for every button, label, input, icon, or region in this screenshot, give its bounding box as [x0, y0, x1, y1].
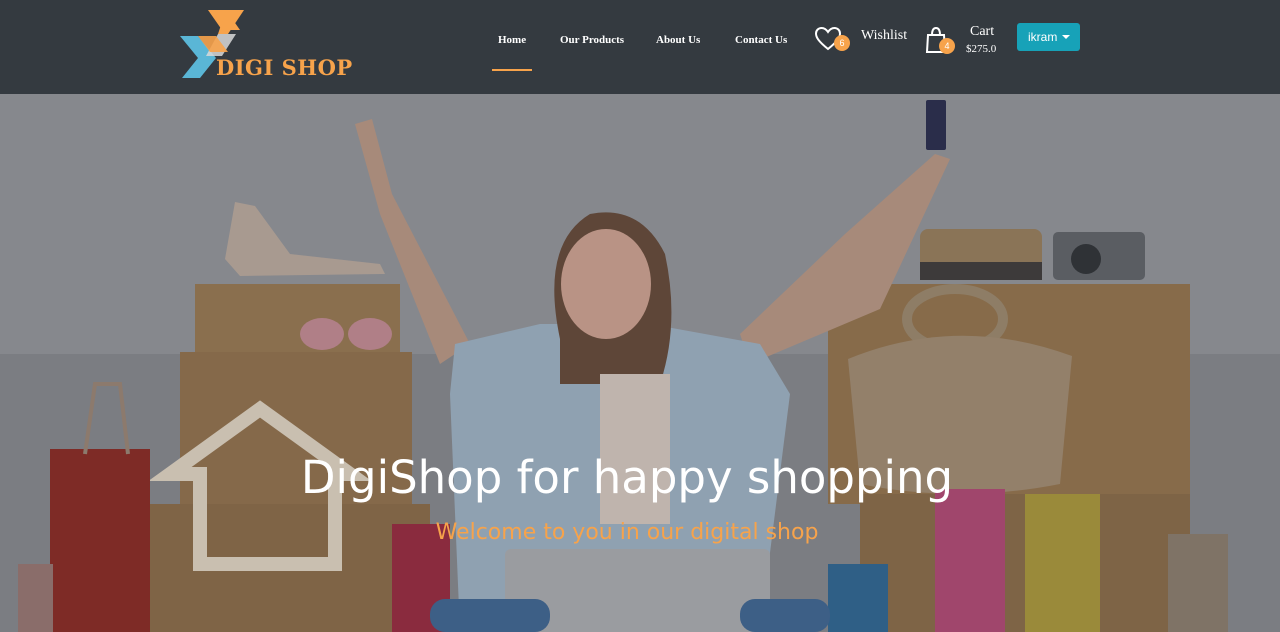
user-menu-dropdown[interactable]: ikram: [1017, 23, 1080, 51]
navbar: DIGI SHOP Home Our Products About Us Con…: [0, 0, 1280, 94]
nav-active-indicator: [492, 69, 532, 71]
nav-contact-us[interactable]: Contact Us: [735, 34, 787, 46]
cart-button[interactable]: 4: [924, 26, 960, 56]
cart-label[interactable]: Cart: [970, 24, 994, 40]
wishlist-button[interactable]: 6: [814, 26, 854, 56]
wishlist-label[interactable]: Wishlist: [861, 28, 907, 44]
hero-banner: DigiShop for happy shopping Welcome to y…: [0, 94, 1280, 632]
hero-subtitle: Welcome to you in our digital shop: [435, 520, 819, 545]
cart-count-badge: 4: [939, 38, 955, 54]
nav-home[interactable]: Home: [498, 34, 526, 46]
caret-down-icon: [1062, 35, 1070, 39]
hero-title: DigiShop for happy shopping: [300, 451, 954, 504]
nav-about-us[interactable]: About Us: [656, 34, 700, 46]
user-name: ikram: [1028, 30, 1058, 44]
cart-total: $275.0: [966, 43, 997, 55]
nav-our-products[interactable]: Our Products: [560, 34, 624, 46]
hero-background-image: [0, 94, 1280, 632]
brand-name: DIGI SHOP: [216, 55, 353, 80]
wishlist-count-badge: 6: [834, 35, 850, 51]
brand-logo[interactable]: DIGI SHOP: [178, 8, 352, 80]
